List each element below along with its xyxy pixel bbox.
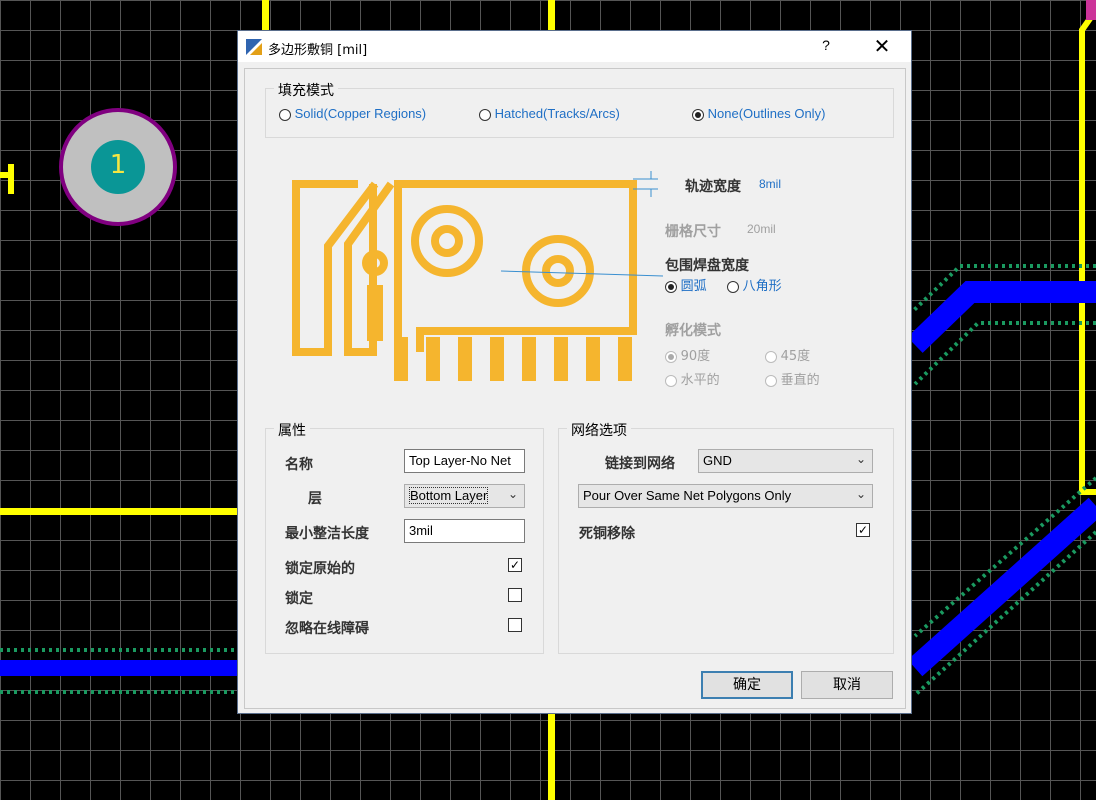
pour-over-value: Pour Over Same Net Polygons Only [583, 488, 792, 503]
radio-solid[interactable] [279, 108, 291, 121]
radio-horizontal[interactable] [665, 374, 677, 387]
hatch-mode-label: 孵化模式 [665, 323, 721, 339]
locked-label: 锁定 [285, 591, 313, 607]
connect-to-net-label: 链接到网络 [605, 456, 675, 472]
polygon-pour-dialog: 多边形敷铜 [mil] ? ✕ 填充模式 Solid(Copper Region… [237, 30, 912, 714]
min-prim-length-field[interactable]: 3mil [404, 519, 525, 543]
remove-dead-copper-checkbox[interactable]: ✓ [856, 523, 870, 537]
remove-dead-copper-label: 死铜移除 [579, 526, 635, 542]
grid-size-label: 栅格尺寸 [665, 224, 721, 240]
surround-option-octagons-label: 八角形 [742, 279, 782, 294]
grid-size-value: 20mil [747, 222, 776, 236]
layer-label: 层 [308, 491, 322, 507]
connect-to-net-select[interactable]: GND ⌄ [698, 449, 873, 473]
title-bar: 多边形敷铜 [mil] ? ✕ [238, 31, 911, 62]
chevron-down-icon: ⌄ [855, 487, 866, 501]
min-prim-length-label: 最小整洁长度 [285, 526, 369, 542]
dialog-title: 多边形敷铜 [mil] [268, 43, 368, 58]
hatch-option-90[interactable]: 90度 [665, 345, 710, 364]
locked-checkbox[interactable] [508, 588, 522, 602]
fill-option-none-label: None(Outlines Only) [707, 106, 826, 121]
fill-option-none[interactable]: None(Outlines Only) [692, 106, 825, 121]
radio-90[interactable] [665, 350, 677, 363]
ok-button[interactable]: 确定 [701, 671, 793, 699]
fill-option-hatched[interactable]: Hatched(Tracks/Arcs) [479, 106, 620, 121]
radio-hatched[interactable] [479, 108, 491, 121]
hatch-option-horizontal-label: 水平的 [680, 373, 720, 388]
track-width-label: 轨迹宽度 [685, 179, 741, 195]
polygon-pour-icon [245, 38, 263, 59]
fill-option-solid[interactable]: Solid(Copper Regions) [279, 106, 426, 121]
surround-option-octagons[interactable]: 八角形 [727, 275, 782, 294]
cancel-button[interactable]: 取消 [801, 671, 893, 699]
radio-none[interactable] [692, 108, 704, 121]
lock-primitives-label: 锁定原始的 [285, 561, 355, 577]
help-button[interactable]: ? [818, 37, 834, 53]
properties-legend: 属性 [274, 420, 310, 440]
radio-vertical[interactable] [765, 374, 777, 387]
ignore-obstacles-label: 忽略在线障碍 [285, 621, 369, 637]
hatch-option-vertical[interactable]: 垂直的 [765, 369, 820, 388]
pour-over-select[interactable]: Pour Over Same Net Polygons Only ⌄ [578, 484, 873, 508]
hatch-option-45-label: 45度 [780, 349, 811, 364]
hatch-option-vertical-label: 垂直的 [780, 373, 820, 388]
hatch-option-90-label: 90度 [680, 349, 711, 364]
radio-45[interactable] [765, 350, 777, 363]
polygon-preview-image [292, 171, 663, 381]
name-field[interactable]: Top Layer-No Net [404, 449, 525, 473]
close-button[interactable]: ✕ [872, 34, 892, 59]
layer-select-value: Bottom Layer [409, 487, 489, 504]
fill-mode-group: 填充模式 Solid(Copper Regions) Hatched(Track… [265, 80, 894, 138]
hatch-option-horizontal[interactable]: 水平的 [665, 369, 720, 388]
surround-option-arcs[interactable]: 圆弧 [665, 275, 707, 294]
hatch-option-45[interactable]: 45度 [765, 345, 810, 364]
ignore-obstacles-checkbox[interactable] [508, 618, 522, 632]
radio-arcs[interactable] [665, 280, 677, 293]
fill-option-hatched-label: Hatched(Tracks/Arcs) [494, 106, 620, 121]
fill-mode-legend: 填充模式 [274, 80, 338, 100]
fill-option-solid-label: Solid(Copper Regions) [294, 106, 427, 121]
chevron-down-icon: ⌄ [855, 452, 866, 466]
lock-primitives-checkbox[interactable]: ✓ [508, 558, 522, 572]
net-options-legend: 网络选项 [567, 420, 631, 440]
chevron-down-icon: ⌄ [507, 487, 518, 501]
connect-to-net-value: GND [703, 453, 732, 468]
layer-select[interactable]: Bottom Layer ⌄ [404, 484, 525, 508]
name-label: 名称 [285, 457, 313, 473]
radio-octagons[interactable] [727, 280, 739, 293]
surround-option-arcs-label: 圆弧 [680, 279, 707, 294]
track-width-value: 8mil [759, 177, 782, 191]
surround-pads-label: 包围焊盘宽度 [665, 258, 749, 274]
pad-number: 1 [109, 150, 127, 180]
